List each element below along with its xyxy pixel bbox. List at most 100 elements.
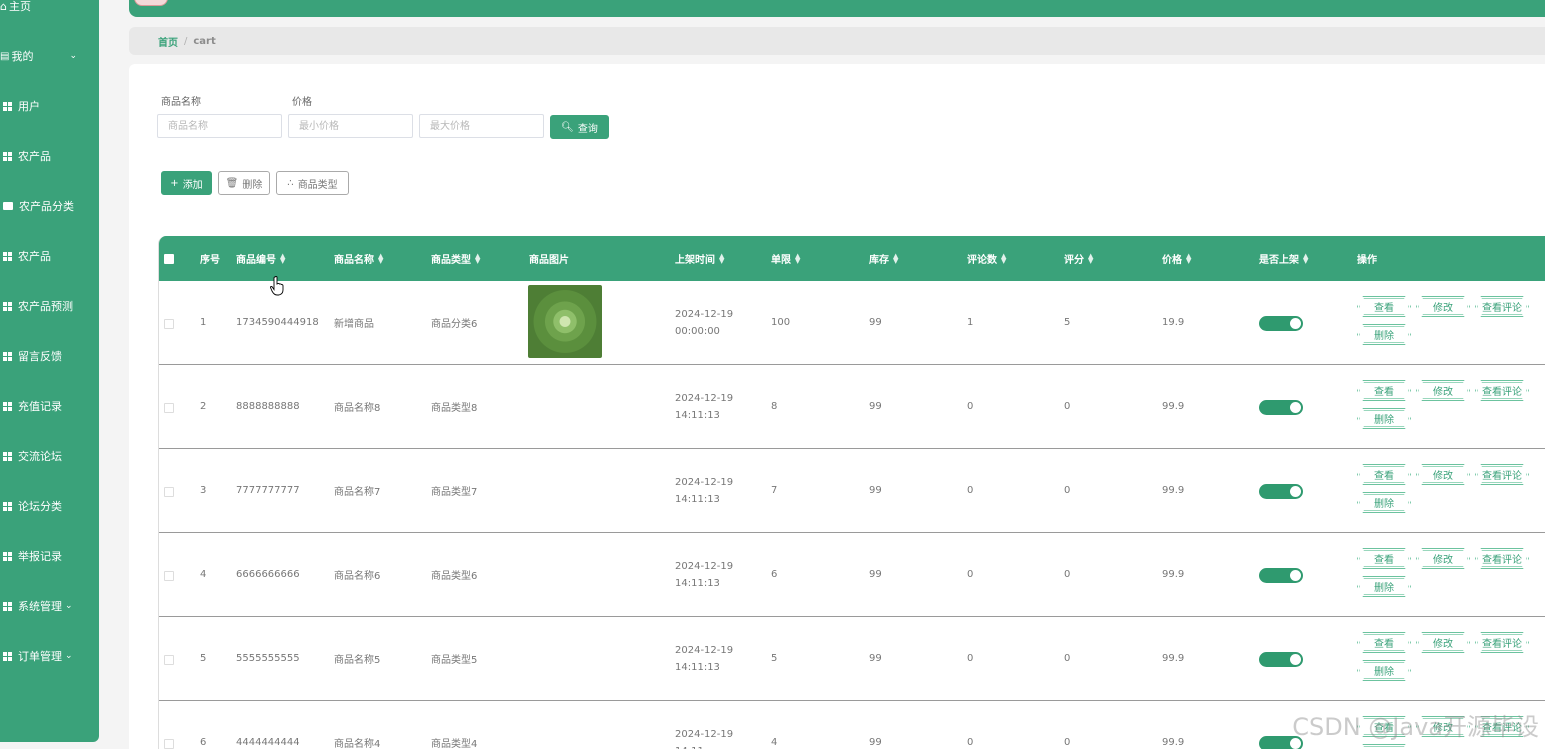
view-comments-button[interactable]: 查看评论 [1475, 464, 1529, 485]
grid-icon [3, 651, 12, 661]
column-header-label: 商品类型 [431, 255, 471, 266]
add-button[interactable]: + 添加 [161, 171, 212, 195]
column-header[interactable]: 评论数 ▲ ▼ [967, 236, 1006, 281]
column-header-label: 序号 [200, 255, 220, 266]
view-comments-button[interactable]: 查看评论 [1475, 632, 1529, 653]
category-button-label: 商品类型 [297, 179, 338, 191]
delete-row-button[interactable]: 删除 [1357, 660, 1411, 681]
delete-row-button[interactable]: 删除 [1357, 408, 1411, 429]
select-all-checkbox[interactable] [164, 254, 174, 264]
sidebar-item-label: 订单管理 [18, 650, 62, 663]
sidebar-item[interactable]: 农产品分类 [0, 196, 99, 216]
sort-icon[interactable]: ▲ ▼ [719, 252, 724, 264]
query-button-label: 查询 [577, 123, 598, 135]
sidebar-item-label: 交流论坛 [18, 450, 62, 463]
edit-button[interactable]: 修改 [1416, 548, 1470, 569]
sidebar-item[interactable]: 系统管理 ⌄ [0, 596, 99, 616]
sidebar-item[interactable]: 充值记录 [0, 396, 99, 416]
table-row: 4 6666666666 商品名称6 商品类型6 2024-12-19 14:11:13… [159, 533, 1545, 617]
listed-toggle[interactable] [1259, 652, 1303, 667]
grid-icon [3, 351, 12, 361]
view-button[interactable]: 查看 [1357, 296, 1411, 317]
column-header: 操作 [1357, 236, 1377, 281]
breadcrumb-home[interactable]: 首页 [158, 34, 178, 49]
column-header-label: 操作 [1357, 255, 1377, 266]
column-header[interactable]: 商品编号 ▲ ▼ [236, 236, 285, 281]
product-code: 7777777777 [236, 485, 300, 496]
sidebar-item-label: 举报记录 [18, 550, 62, 563]
sidebar-item[interactable]: 举报记录 [0, 546, 99, 566]
column-header[interactable]: 评分 ▲ ▼ [1064, 236, 1093, 281]
sort-icon[interactable]: ▲ ▼ [795, 252, 800, 264]
sidebar-item[interactable]: ▤ 我的 ⌄ [0, 46, 99, 66]
delete-row-button[interactable]: 删除 [1357, 492, 1411, 513]
column-header[interactable]: 商品类型 ▲ ▼ [431, 236, 480, 281]
delete-button[interactable]: 🗑︎ 删除 [218, 171, 270, 195]
row-checkbox[interactable] [164, 403, 174, 413]
sidebar-item-label: 系统管理 [18, 600, 62, 613]
view-button[interactable]: 查看 [1357, 632, 1411, 653]
comment-count: 0 [967, 485, 974, 496]
sort-icon[interactable]: ▲ ▼ [1001, 252, 1006, 264]
row-checkbox[interactable] [164, 571, 174, 581]
sort-icon[interactable]: ▲ ▼ [1303, 252, 1308, 264]
sidebar-item[interactable]: 用户 [0, 96, 99, 116]
sort-icon[interactable]: ▲ ▼ [893, 252, 898, 264]
purchase-limit: 4 [771, 737, 778, 748]
avatar[interactable] [134, 0, 168, 6]
view-button[interactable]: 查看 [1357, 548, 1411, 569]
sidebar-item[interactable]: 留言反馈 [0, 346, 99, 366]
sidebar-item[interactable]: 农产品预测 [0, 296, 99, 316]
listed-toggle[interactable] [1259, 484, 1303, 499]
category-button[interactable]: ∴ 商品类型 [276, 171, 349, 195]
column-header[interactable]: 库存 ▲ ▼ [869, 236, 898, 281]
delete-row-button[interactable]: 删除 [1357, 324, 1411, 345]
min-price-input[interactable] [288, 114, 413, 138]
grid-icon [3, 101, 12, 111]
edit-button-label: 修改 [1433, 555, 1453, 566]
view-comments-button[interactable]: 查看评论 [1475, 380, 1529, 401]
edit-button[interactable]: 修改 [1416, 464, 1470, 485]
sidebar-item[interactable]: 农产品 [0, 246, 99, 266]
row-checkbox[interactable] [164, 487, 174, 497]
sort-icon[interactable]: ▲ ▼ [475, 252, 480, 264]
row-checkbox[interactable] [164, 739, 174, 749]
view-button[interactable]: 查看 [1357, 380, 1411, 401]
sidebar-item[interactable]: 订单管理 ⌄ [0, 646, 99, 666]
column-header-label: 评分 [1064, 255, 1084, 266]
product-name-input[interactable] [157, 114, 282, 138]
view-comments-button[interactable]: 查看评论 [1475, 296, 1529, 317]
listed-toggle[interactable] [1259, 568, 1303, 583]
column-header[interactable]: 价格 ▲ ▼ [1162, 236, 1191, 281]
column-header[interactable]: 是否上架 ▲ ▼ [1259, 236, 1308, 281]
product-image[interactable] [528, 285, 602, 358]
sort-icon[interactable]: ▲ ▼ [378, 252, 383, 264]
column-header[interactable]: 商品名称 ▲ ▼ [334, 236, 383, 281]
price-label: 价格 [292, 97, 312, 108]
view-comments-button[interactable]: 查看评论 [1475, 548, 1529, 569]
view-button[interactable]: 查看 [1357, 464, 1411, 485]
row-index: 4 [200, 569, 207, 580]
delete-row-button[interactable]: 删除 [1357, 744, 1411, 749]
sidebar-item[interactable]: 农产品 [0, 146, 99, 166]
sort-icon[interactable]: ▲ ▼ [280, 252, 285, 264]
sidebar-item[interactable]: 论坛分类 [0, 496, 99, 516]
sidebar-item[interactable]: 交流论坛 [0, 446, 99, 466]
edit-button[interactable]: 修改 [1416, 380, 1470, 401]
edit-button[interactable]: 修改 [1416, 296, 1470, 317]
row-checkbox[interactable] [164, 655, 174, 665]
edit-button[interactable]: 修改 [1416, 632, 1470, 653]
listed-toggle[interactable] [1259, 400, 1303, 415]
column-header[interactable]: 上架时间 ▲ ▼ [675, 236, 724, 281]
product-code: 4444444444 [236, 737, 300, 748]
sort-icon[interactable]: ▲ ▼ [1088, 252, 1093, 264]
delete-row-button-label: 删除 [1374, 331, 1394, 342]
listed-toggle[interactable] [1259, 316, 1303, 331]
max-price-input[interactable] [419, 114, 544, 138]
sidebar-item[interactable]: ⌂ 主页 [0, 0, 99, 16]
query-button[interactable]: 🔍︎ 查询 [550, 115, 609, 139]
delete-row-button[interactable]: 删除 [1357, 576, 1411, 597]
column-header[interactable]: 单限 ▲ ▼ [771, 236, 800, 281]
row-checkbox[interactable] [164, 319, 174, 329]
sort-icon[interactable]: ▲ ▼ [1186, 252, 1191, 264]
